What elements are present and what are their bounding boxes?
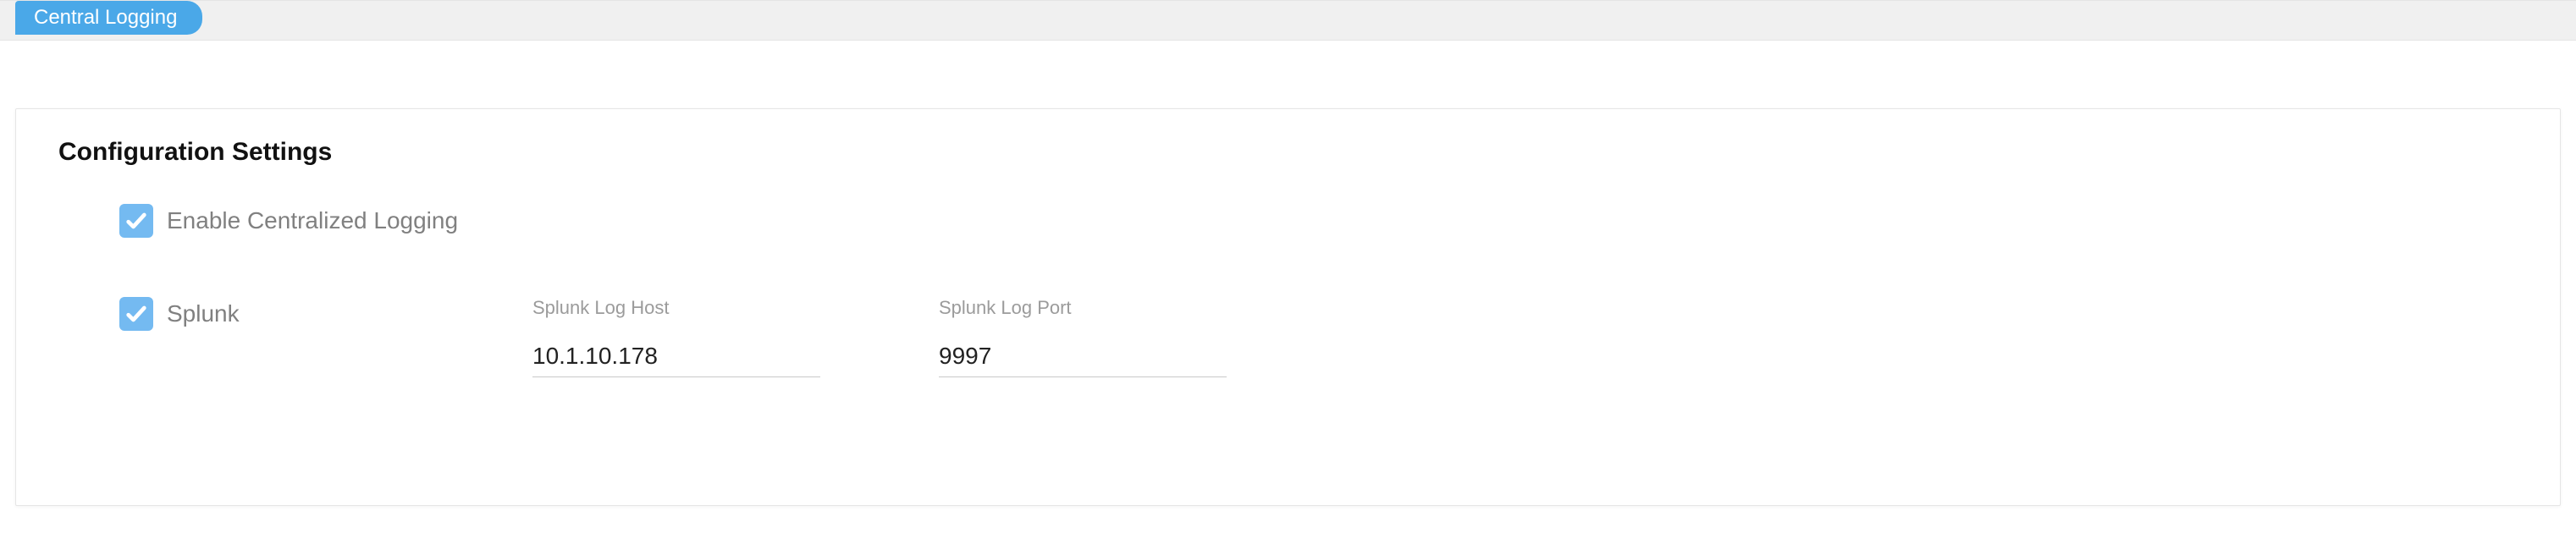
enable-centralized-logging-block: Enable Centralized Logging	[58, 204, 458, 238]
splunk-block: Splunk	[58, 297, 448, 331]
tab-label: Central Logging	[34, 6, 177, 29]
enable-centralized-logging-checkbox[interactable]	[119, 204, 153, 238]
splunk-port-input[interactable]	[939, 339, 1227, 377]
config-card: Configuration Settings Enable Centralize…	[15, 108, 2561, 506]
row-splunk: Splunk Splunk Log Host Splunk Log Port	[58, 297, 2518, 377]
topbar: Central Logging	[0, 0, 2576, 41]
splunk-label: Splunk	[167, 300, 240, 327]
check-icon	[124, 209, 148, 233]
section-heading: Configuration Settings	[58, 138, 2518, 167]
enable-centralized-logging-label: Enable Centralized Logging	[167, 207, 458, 234]
splunk-host-label: Splunk Log Host	[532, 297, 820, 319]
splunk-host-input[interactable]	[532, 339, 820, 377]
row-enable-centralized-logging: Enable Centralized Logging	[58, 204, 2518, 238]
splunk-checkbox[interactable]	[119, 297, 153, 331]
tab-central-logging[interactable]: Central Logging	[15, 1, 202, 35]
splunk-port-label: Splunk Log Port	[939, 297, 1227, 319]
splunk-port-field: Splunk Log Port	[939, 297, 1227, 377]
card-wrap: Configuration Settings Enable Centralize…	[0, 41, 2576, 506]
check-icon	[124, 302, 148, 326]
splunk-host-field: Splunk Log Host	[532, 297, 820, 377]
